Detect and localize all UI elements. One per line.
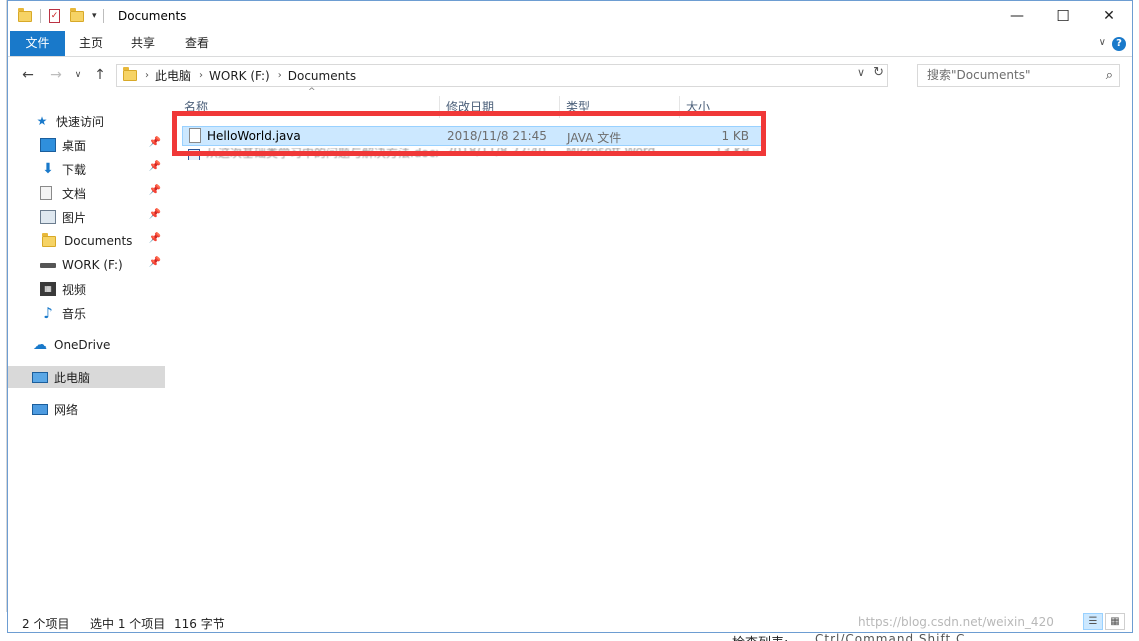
watermark-text: https://blog.csdn.net/weixin_420 — [858, 615, 1054, 629]
recent-locations-icon[interactable]: ∨ — [68, 65, 88, 85]
cloud-icon: ☁ — [33, 337, 47, 353]
customize-toolbar-icon[interactable]: ▾ — [92, 11, 97, 21]
breadcrumb-work-drive[interactable]: WORK (F:) — [209, 69, 270, 83]
sidebar-item-label: OneDrive — [54, 338, 111, 352]
chevron-right-icon[interactable]: › — [278, 70, 282, 81]
picture-icon — [40, 210, 56, 224]
minimize-button[interactable]: — — [994, 1, 1040, 31]
background-shortcut-text: Ctrl/Command Shift C — [815, 632, 966, 641]
folder-icon — [123, 67, 137, 81]
sidebar-item-desktop[interactable]: 桌面 📌 — [8, 134, 165, 156]
ribbon-tabs: 文件 主页 共享 查看 ∨ ? — [8, 31, 1132, 57]
desktop-icon — [40, 138, 56, 152]
properties-icon[interactable]: ✓ — [49, 9, 60, 23]
star-icon: ★ — [36, 114, 48, 128]
details-view-button[interactable]: ☰ — [1083, 613, 1103, 630]
pin-icon[interactable]: 📌 — [149, 161, 161, 172]
address-bar[interactable]: › 此电脑 › WORK (F:) › Documents ∨ ↻ — [116, 64, 888, 87]
pin-icon[interactable]: 📌 — [149, 137, 161, 148]
explorer-window: ✓ ▾ Documents — ☐ ✕ 文件 主页 共享 查看 ∨ ? ← → … — [7, 0, 1133, 633]
toolbar-divider — [102, 9, 104, 23]
music-icon: ♪ — [43, 304, 53, 322]
sidebar-item-music[interactable]: ♪ 音乐 — [8, 302, 165, 324]
sidebar-item-label: 视频 — [62, 282, 87, 297]
sidebar-item-label: 音乐 — [62, 306, 87, 321]
sidebar-item-onedrive[interactable]: ☁ OneDrive — [8, 334, 165, 356]
breadcrumb-this-pc[interactable]: 此电脑 — [155, 67, 191, 84]
address-dropdown-icon[interactable]: ∨ — [857, 66, 865, 79]
sidebar-item-label: 文档 — [62, 186, 87, 201]
video-icon: ▦ — [40, 282, 56, 296]
sidebar-item-network[interactable]: 网络 — [8, 398, 165, 420]
status-bar: 2 个项目 选中 1 个项目 116 字节 https://blog.csdn.… — [8, 611, 1132, 633]
background-checklist-label: 检查列表: — [732, 632, 788, 641]
title-bar: ✓ ▾ Documents — ☐ ✕ — [8, 1, 1132, 31]
item-count: 2 个项目 — [22, 617, 70, 631]
sidebar-item-documents-lib[interactable]: 文档 📌 — [8, 182, 165, 204]
maximize-button[interactable]: ☐ — [1040, 1, 1086, 31]
search-icon[interactable]: ⌕ — [1106, 65, 1113, 86]
folder-icon — [42, 232, 56, 247]
sidebar-item-label: 快速访问 — [56, 114, 105, 129]
back-button[interactable]: ← — [18, 65, 38, 85]
tab-home[interactable]: 主页 — [74, 31, 108, 56]
sidebar-item-label: 网络 — [54, 402, 79, 417]
tab-share[interactable]: 共享 — [126, 31, 160, 56]
sidebar-item-pictures[interactable]: 图片 📌 — [8, 206, 165, 228]
sidebar-item-label: 此电脑 — [54, 370, 91, 385]
address-row: ← → ∨ ↑ › 此电脑 › WORK (F:) › Documents ∨ … — [8, 62, 1132, 89]
refresh-icon[interactable]: ↻ — [873, 65, 884, 80]
close-button[interactable]: ✕ — [1086, 1, 1132, 31]
toolbar-divider — [40, 9, 41, 23]
pin-icon[interactable]: 📌 — [149, 233, 161, 244]
navigation-pane: ★ 快速访问 桌面 📌 ⬇ 下载 📌 文档 📌 图片 📌 Documents 📌 — [8, 96, 166, 591]
sidebar-item-quick-access[interactable]: ★ 快速访问 — [8, 110, 165, 132]
forward-button[interactable]: → — [46, 65, 66, 85]
chevron-right-icon[interactable]: › — [199, 70, 203, 81]
expand-ribbon-icon[interactable]: ∨ — [1099, 37, 1106, 48]
sidebar-item-label: 桌面 — [62, 138, 87, 153]
search-input[interactable]: 搜索"Documents" ⌕ — [917, 64, 1120, 87]
tab-file[interactable]: 文件 — [10, 31, 65, 56]
selected-count: 选中 1 个项目 — [90, 617, 166, 631]
sidebar-item-this-pc[interactable]: 此电脑 — [8, 366, 165, 388]
sidebar-item-documents-folder[interactable]: Documents 📌 — [8, 230, 165, 252]
sidebar-item-label: WORK (F:) — [62, 258, 123, 272]
network-icon — [32, 403, 48, 415]
search-placeholder: 搜索"Documents" — [927, 68, 1031, 82]
pin-icon[interactable]: 📌 — [149, 257, 161, 268]
large-icons-view-button[interactable]: ▦ — [1105, 613, 1125, 630]
help-icon[interactable]: ? — [1112, 37, 1126, 51]
tab-view[interactable]: 查看 — [180, 31, 214, 56]
sidebar-item-label: 图片 — [62, 210, 87, 225]
pin-icon[interactable]: 📌 — [149, 185, 161, 196]
sidebar-item-label: Documents — [64, 234, 133, 248]
sidebar-item-downloads[interactable]: ⬇ 下载 📌 — [8, 158, 165, 180]
breadcrumb-documents[interactable]: Documents — [288, 69, 356, 83]
download-icon: ⬇ — [42, 161, 54, 177]
drive-icon — [40, 262, 56, 268]
pin-icon[interactable]: 📌 — [149, 209, 161, 220]
annotation-highlight-box — [172, 111, 766, 156]
sidebar-item-label: 下载 — [62, 162, 87, 177]
document-icon — [40, 186, 52, 200]
up-button[interactable]: ↑ — [90, 65, 110, 85]
chevron-right-icon[interactable]: › — [145, 70, 149, 81]
window-title: Documents — [118, 9, 187, 23]
sidebar-item-work-drive[interactable]: WORK (F:) 📌 — [8, 254, 165, 276]
background-app-edge — [0, 0, 7, 641]
file-list: ^ 名称 修改日期 类型 大小 HelloWorld.java 2018/11/… — [168, 87, 1118, 593]
quick-access-toolbar: ✓ ▾ — [18, 7, 104, 25]
sidebar-item-videos[interactable]: ▦ 视频 — [8, 278, 165, 300]
folder-icon — [18, 7, 32, 22]
new-folder-icon[interactable] — [70, 7, 84, 22]
selected-size: 116 字节 — [174, 617, 225, 631]
computer-icon — [32, 371, 48, 383]
